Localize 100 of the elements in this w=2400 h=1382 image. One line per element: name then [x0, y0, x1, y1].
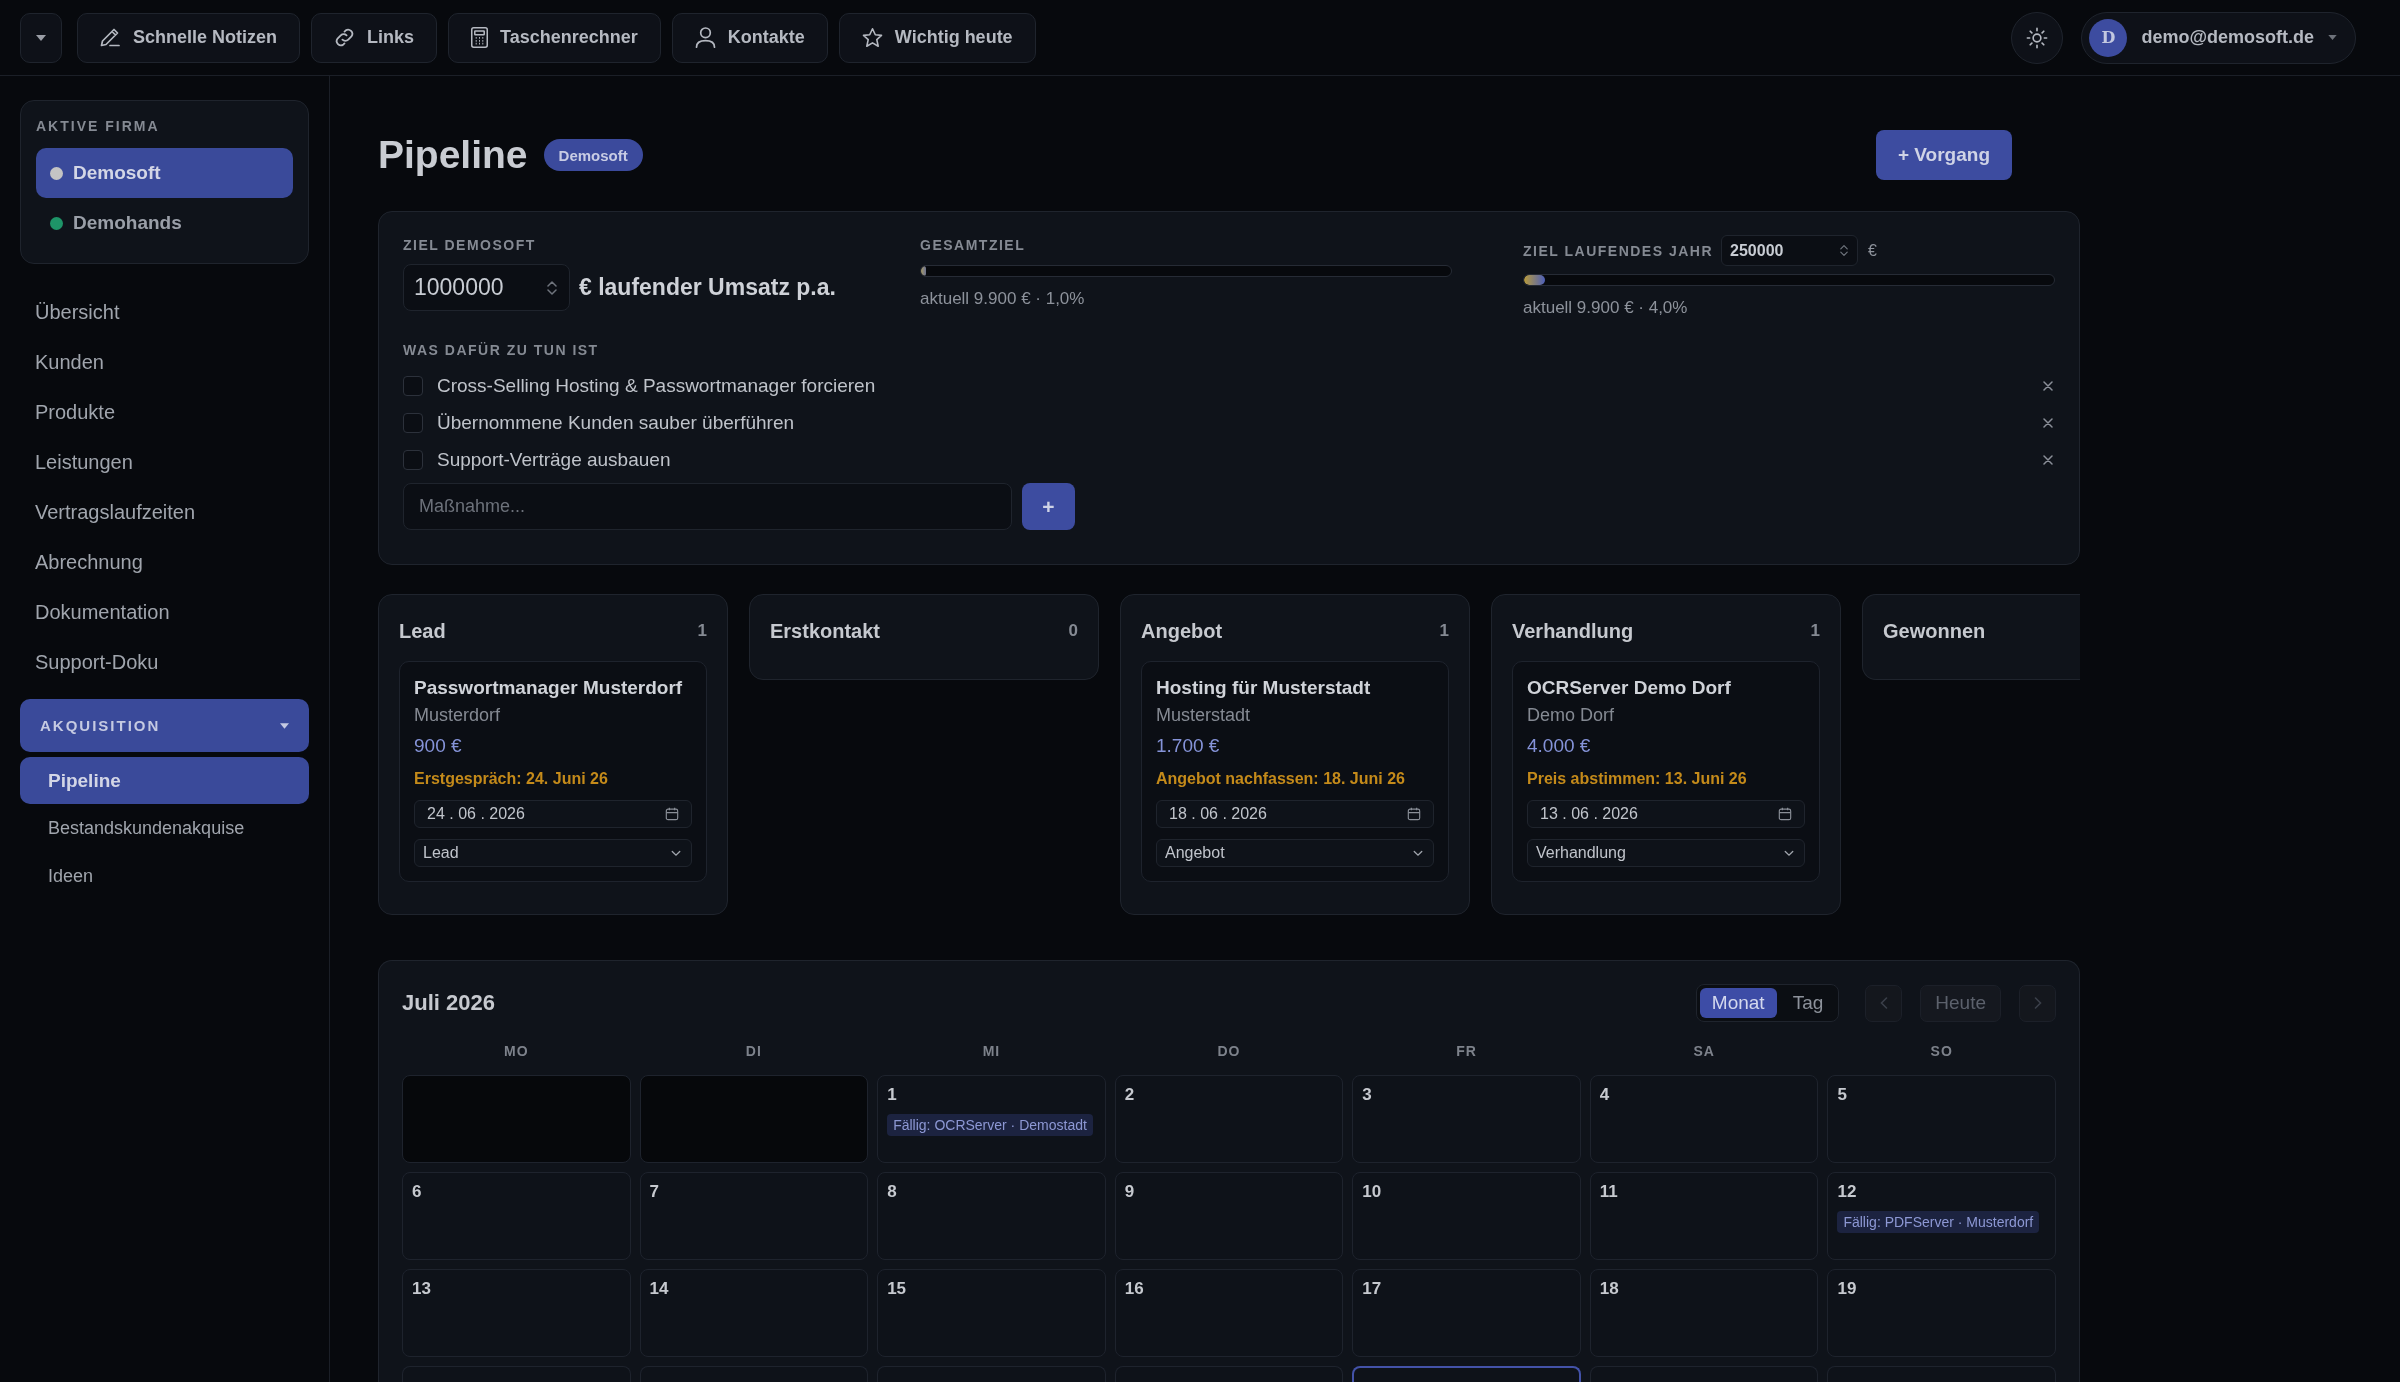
- stage-select[interactable]: Lead: [414, 839, 692, 867]
- date-field[interactable]: 13 . 06 . 2026: [1527, 800, 1805, 828]
- company-item[interactable]: Demohands: [36, 198, 293, 248]
- close-icon[interactable]: [2043, 454, 2053, 465]
- day-cell[interactable]: 17: [1352, 1269, 1581, 1357]
- number-field[interactable]: 1000000: [403, 264, 570, 311]
- day-number: 5: [1837, 1084, 1848, 1106]
- day-cell[interactable]: 14: [639, 1269, 869, 1357]
- toolbar-button[interactable]: Kontakte: [671, 12, 828, 63]
- input-field[interactable]: Maßnahme...: [403, 483, 1012, 530]
- checkbox[interactable]: [403, 412, 423, 433]
- user-menu[interactable]: D demo@demosoft.de: [2081, 11, 2356, 64]
- deal-card[interactable]: Hosting für Musterstadt Musterstadt 1.700 € Angebot nachfassen: 18. Juni 26 18 . 06 . 2026 Angebot: [1141, 661, 1449, 882]
- checkbox[interactable]: [403, 449, 423, 470]
- deal-title: Passwortmanager Musterdorf: [414, 676, 684, 700]
- day-number: 19: [1837, 1278, 1858, 1300]
- day-number: 17: [1362, 1278, 1383, 1300]
- nav-item[interactable]: Produkte: [20, 387, 309, 437]
- deal-card[interactable]: OCRServer Demo Dorf Demo Dorf 4.000 € Preis abstimmen: 13. Juni 26 13 . 06 . 2026 Verhandlung: [1512, 661, 1820, 882]
- nav-item[interactable]: Bestandskundenakquise: [20, 804, 309, 852]
- day-cell[interactable]: 1 Fällig: OCRServer · Demostadt: [877, 1075, 1106, 1163]
- toolbar-button[interactable]: Wichtig heute: [838, 12, 1036, 63]
- field-label: WAS DAFÜR ZU TUN IST: [403, 341, 600, 360]
- day-cell[interactable]: 9: [1114, 1172, 1344, 1260]
- nav-item[interactable]: Pipeline: [20, 757, 309, 804]
- dropdown-button[interactable]: [20, 12, 62, 63]
- add-button[interactable]: +: [1022, 483, 1075, 530]
- toolbar-button[interactable]: Schnelle Notizen: [77, 12, 301, 63]
- day-cell[interactable]: 12 Fällig: PDFServer · Musterdorf: [1827, 1172, 2056, 1260]
- previous-button[interactable]: [1865, 984, 1903, 1022]
- task-text: Support-Verträge ausbauen: [437, 448, 671, 471]
- nav-item[interactable]: Kunden: [20, 337, 309, 387]
- day-cell[interactable]: 13: [402, 1269, 631, 1357]
- stage-select[interactable]: Verhandlung: [1527, 839, 1805, 867]
- task-text: Übernommene Kunden sauber überführen: [437, 411, 794, 434]
- number-field[interactable]: 250000: [1721, 235, 1859, 266]
- group-header[interactable]: AKQUISITION: [20, 699, 309, 752]
- view-tab[interactable]: Tag: [1780, 988, 1836, 1018]
- day-cell[interactable]: 3: [1352, 1075, 1581, 1163]
- close-icon[interactable]: [2043, 417, 2053, 428]
- day-number: 6: [412, 1181, 423, 1203]
- date-field[interactable]: 18 . 06 . 2026: [1156, 800, 1434, 828]
- day-cell[interactable]: 7: [639, 1172, 869, 1260]
- company-item[interactable]: Demosoft: [36, 148, 293, 198]
- day-cell[interactable]: 16: [1114, 1269, 1344, 1357]
- day-number: 16: [1124, 1278, 1145, 1300]
- day-number: 10: [1362, 1181, 1383, 1203]
- customer-name: Musterstadt: [1156, 704, 1252, 727]
- panel-label: AKTIVE FIRMA: [36, 117, 161, 136]
- day-number: 12: [1837, 1181, 1858, 1203]
- due-note: Erstgespräch: 24. Juni 26: [414, 769, 609, 789]
- chevron-down-icon: [1784, 849, 1794, 857]
- day-cell[interactable]: 10: [1352, 1172, 1581, 1260]
- calculator-icon: [471, 27, 489, 48]
- view-tab[interactable]: Monat: [1699, 988, 1777, 1018]
- day-cell[interactable]: [639, 1075, 869, 1163]
- close-icon[interactable]: [2043, 380, 2053, 391]
- toolbar-button[interactable]: Taschenrechner: [448, 12, 661, 63]
- weekday-label: DO: [1216, 1042, 1242, 1061]
- next-button[interactable]: [2019, 984, 2056, 1022]
- day-number: 15: [887, 1278, 908, 1300]
- day-number: 7: [649, 1181, 661, 1203]
- toolbar-button[interactable]: Links: [311, 12, 438, 63]
- day-cell[interactable]: 11: [1589, 1172, 1819, 1260]
- day-cell[interactable]: 8: [877, 1172, 1106, 1260]
- nav-item[interactable]: Support-Doku: [20, 637, 309, 687]
- nav-item[interactable]: Dokumentation: [20, 587, 309, 637]
- date-field[interactable]: 24 . 06 . 2026: [414, 800, 692, 828]
- day-cell[interactable]: 2: [1114, 1075, 1344, 1163]
- column-count: 0: [1068, 621, 1078, 641]
- day-cell[interactable]: 18: [1589, 1269, 1819, 1357]
- calendar-icon: [665, 807, 679, 821]
- day-cell[interactable]: 5: [1827, 1075, 2056, 1163]
- weekday-label: FR: [1455, 1042, 1478, 1061]
- calendar-event[interactable]: Fällig: PDFServer · Musterdorf: [1837, 1211, 2040, 1233]
- day-cell[interactable]: [402, 1075, 631, 1163]
- calendar-icon: [1407, 807, 1421, 821]
- day-cell[interactable]: 15: [877, 1269, 1106, 1357]
- person-icon: [694, 27, 716, 48]
- day-number: 1: [887, 1084, 898, 1106]
- day-cell[interactable]: 19: [1827, 1269, 2056, 1357]
- day-cell[interactable]: 6: [402, 1172, 631, 1260]
- weekday-label: MI: [981, 1042, 1002, 1061]
- checkbox[interactable]: [403, 375, 423, 396]
- nav-item[interactable]: Abrechnung: [20, 537, 309, 587]
- nav-item[interactable]: Übersicht: [20, 287, 309, 337]
- deal-card[interactable]: Passwortmanager Musterdorf Musterdorf 900 € Erstgespräch: 24. Juni 26 24 . 06 . 2026 Lead: [399, 661, 707, 882]
- column-count: 1: [1439, 621, 1449, 641]
- nav-item[interactable]: Ideen: [20, 852, 309, 900]
- calendar-event[interactable]: Fällig: OCRServer · Demostadt: [887, 1114, 1093, 1136]
- stage-select[interactable]: Angebot: [1156, 839, 1434, 867]
- day-cell[interactable]: 4: [1589, 1075, 1819, 1163]
- deal-amount: 900 €: [414, 734, 463, 758]
- day-number: 18: [1599, 1278, 1620, 1300]
- day-cell[interactable]: [1352, 1366, 1581, 1382]
- nav-item[interactable]: Leistungen: [20, 437, 309, 487]
- new-deal-button[interactable]: + Vorgang: [1875, 130, 2012, 180]
- deal-amount: 4.000 €: [1527, 734, 1592, 758]
- nav-item[interactable]: Vertragslaufzeiten: [20, 487, 309, 537]
- progress-reading: aktuell 9.900 € · 1,0%: [920, 288, 1086, 310]
